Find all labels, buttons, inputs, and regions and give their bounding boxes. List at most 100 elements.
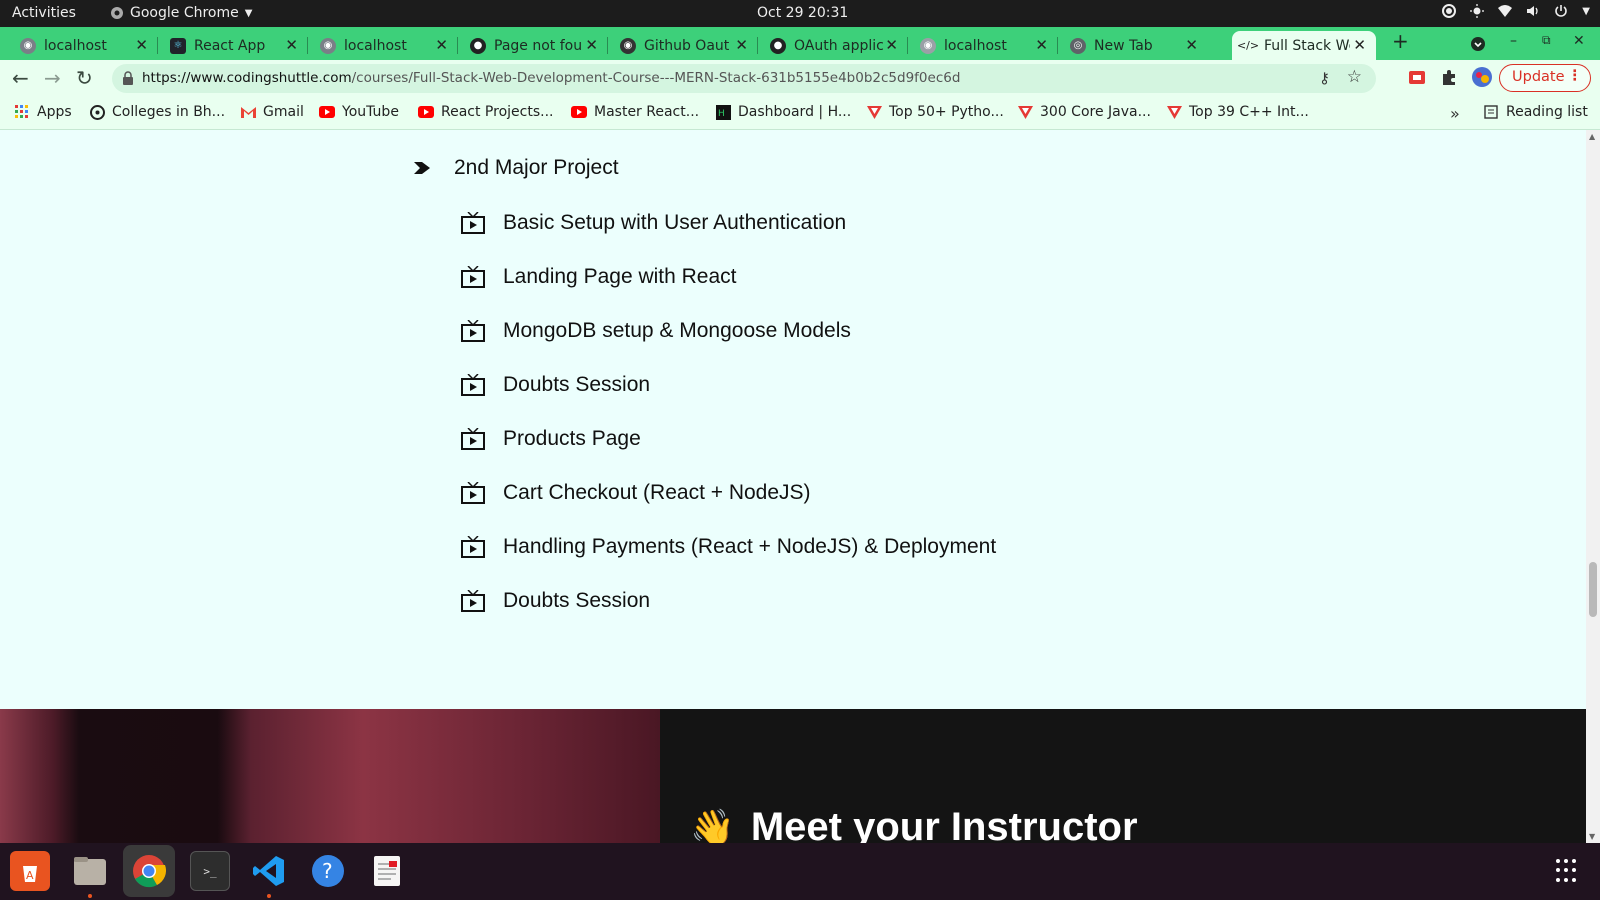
bookmark-youtube[interactable]: YouTube [319,104,399,120]
cast-extension-icon[interactable] [1408,68,1426,86]
restore-icon[interactable]: ⧉ [1542,33,1551,48]
bookmark-colleges[interactable]: Colleges in Bh... [89,104,225,120]
instructor-heading: 👋 Meet your Instructor [690,805,1138,843]
close-icon[interactable]: ✕ [435,36,448,54]
close-icon[interactable]: ✕ [285,36,298,54]
video-lecture-icon [461,590,485,612]
reload-icon[interactable]: ↻ [76,66,93,90]
bookmark-dashboard[interactable]: H Dashboard | H... [715,104,851,120]
tab-localhost-2[interactable]: ◉ localhost ✕ [312,31,458,60]
lock-icon[interactable] [122,71,134,85]
tab-localhost-1[interactable]: ◉ localhost ✕ [12,31,158,60]
tab-localhost-3[interactable]: ◉ localhost ✕ [912,31,1058,60]
page-scrollbar[interactable]: ▲ ▼ [1586,130,1600,843]
lecture-title: Products Page [503,427,641,450]
tpoint-icon [866,104,882,120]
update-button[interactable]: Update ⋮ [1499,64,1591,92]
lecture-item[interactable]: Basic Setup with User Authentication [461,211,846,235]
close-icon[interactable]: ✕ [585,36,598,54]
tab-oauth-applications[interactable]: ● OAuth applic ✕ [762,31,908,60]
ubuntu-software-icon[interactable]: A [10,851,50,891]
bookmarks-overflow-icon[interactable]: » [1450,104,1460,123]
close-icon[interactable]: ✕ [735,36,748,54]
lecture-item[interactable]: Doubts Session [461,373,650,397]
clock[interactable]: Oct 29 20:31 [757,5,848,21]
new-tab-plus-icon[interactable]: + [1392,29,1409,53]
url-text[interactable]: https://www.codingshuttle.com/courses/Fu… [142,70,960,86]
record-icon[interactable] [1442,4,1457,18]
back-arrow-icon[interactable]: ← [12,66,29,90]
extensions-puzzle-icon[interactable] [1440,68,1458,86]
bookmark-star-icon[interactable]: ☆ [1347,67,1362,87]
lecture-item[interactable]: Doubts Session [461,589,650,613]
close-icon[interactable]: ✕ [135,36,148,54]
tray-menu-arrow-icon[interactable]: ▼ [1582,6,1590,17]
minimize-icon[interactable]: – [1510,33,1517,49]
lecture-item[interactable]: MongoDB setup & Mongoose Models [461,319,851,343]
globe-icon: ◉ [320,37,336,54]
reading-list-button[interactable]: Reading list [1484,104,1588,120]
section-arrow-icon [414,162,430,174]
lecture-item[interactable]: Products Page [461,427,641,451]
wifi-icon[interactable] [1498,4,1513,18]
close-icon[interactable]: ✕ [1353,36,1366,54]
brightness-icon[interactable] [1470,4,1485,18]
bookmark-gmail[interactable]: Gmail [240,104,304,120]
system-top-bar: Activities Google Chrome ▼ Oct 29 20:31 … [0,0,1600,27]
close-icon[interactable]: ✕ [885,36,898,54]
svg-text:?: ? [322,859,333,883]
window-close-icon[interactable]: ✕ [1573,33,1585,49]
terminal-icon[interactable]: >_ [190,851,230,891]
bookmark-label: Master React... [594,104,700,120]
close-icon[interactable]: ✕ [1185,36,1198,54]
tab-new-tab[interactable]: ◎ New Tab ✕ [1062,31,1208,60]
key-icon[interactable]: ⚷ [1319,69,1330,87]
tab-title: localhost [944,37,1007,54]
tpoint-icon [1017,104,1033,120]
tab-github-oauth[interactable]: ◉ Github Oaut ✕ [612,31,758,60]
app-menu-arrow-icon: ▼ [244,7,253,19]
bookmark-top-python[interactable]: Top 50+ Pytho... [866,104,1004,120]
reading-list-icon [1484,105,1498,119]
bookmark-label: React Projects... [441,104,554,120]
svg-text:H: H [718,109,725,119]
bookmark-apps[interactable]: Apps [14,104,72,120]
tab-title: localhost [344,37,407,54]
bookmark-label: Apps [37,104,72,120]
system-tray[interactable]: ▼ [1442,4,1590,18]
scroll-down-arrow-icon[interactable]: ▼ [1589,832,1595,841]
bookmark-top-cpp[interactable]: Top 39 C++ Int... [1166,104,1309,120]
bookmark-react-projects[interactable]: React Projects... [418,104,553,120]
volume-icon[interactable] [1526,4,1540,18]
curriculum-section-header[interactable]: 2nd Major Project [414,156,619,180]
scroll-up-arrow-icon[interactable]: ▲ [1589,132,1595,141]
chrome-icon[interactable] [123,845,175,897]
files-icon[interactable] [70,851,110,898]
activities-button[interactable]: Activities [12,5,76,21]
github-icon: ● [770,37,786,54]
bookmark-label: Colleges in Bh... [112,104,226,120]
tab-full-stack-course[interactable]: </> Full Stack We ✕ [1232,31,1376,60]
vscode-icon[interactable] [249,851,289,898]
lecture-item[interactable]: Landing Page with React [461,265,737,289]
app-menu[interactable]: Google Chrome ▼ [110,5,252,21]
lecture-title: Doubts Session [503,589,651,612]
show-applications-icon[interactable] [1556,859,1580,883]
text-editor-icon[interactable] [367,851,407,891]
bookmark-master-react[interactable]: Master React... [571,104,699,120]
lecture-item[interactable]: Cart Checkout (React + NodeJS) [461,481,811,505]
bookmark-label: Gmail [263,104,304,120]
help-icon[interactable]: ? [308,851,348,891]
tab-page-not-found[interactable]: ● Page not fou ✕ [462,31,608,60]
bookmark-core-java[interactable]: 300 Core Java... [1017,104,1151,120]
power-icon[interactable] [1554,4,1568,18]
tab-react-app[interactable]: ⚛ React App ✕ [162,31,308,60]
more-menu-icon[interactable]: ⋮ [1568,68,1583,84]
forward-arrow-icon[interactable]: → [44,66,61,90]
profile-avatar[interactable] [1471,66,1493,88]
scrollbar-thumb[interactable] [1589,562,1597,617]
lecture-item[interactable]: Handling Payments (React + NodeJS) & Dep… [461,535,996,559]
address-bar[interactable]: https://www.codingshuttle.com/courses/Fu… [112,64,1376,93]
close-icon[interactable]: ✕ [1035,36,1048,54]
tab-search-icon[interactable] [1470,36,1486,52]
